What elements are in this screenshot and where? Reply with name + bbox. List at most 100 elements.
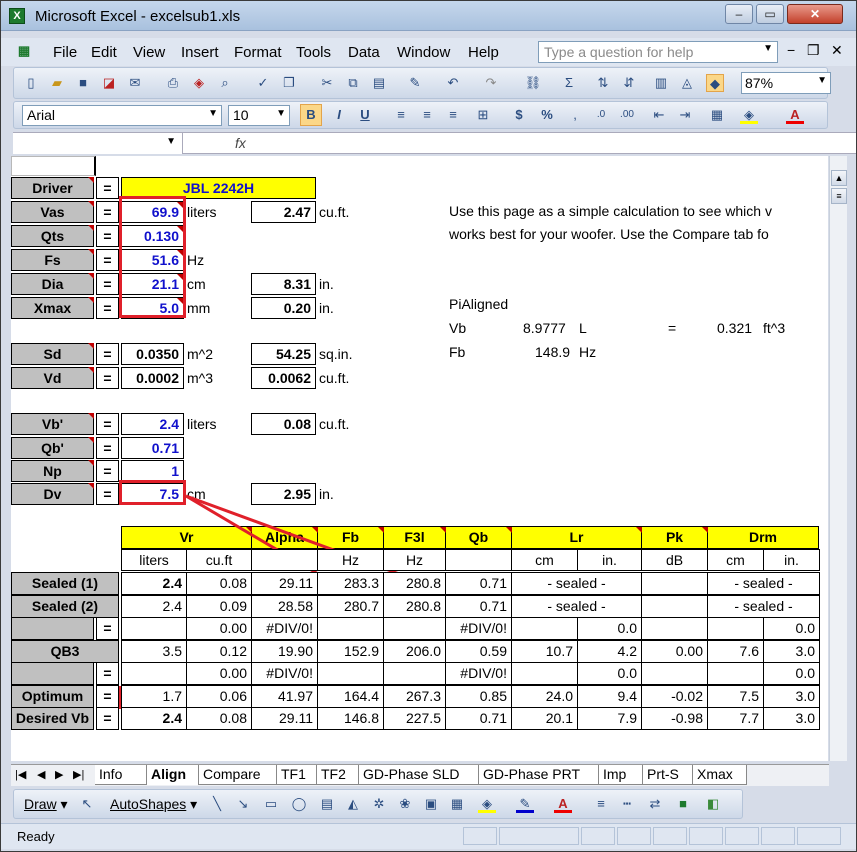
font-color-icon[interactable]: A: [786, 106, 804, 124]
table-cell[interactable]: 2.4: [121, 595, 187, 618]
table-cell[interactable]: 0.12: [186, 640, 252, 663]
table-cell[interactable]: [707, 662, 764, 685]
clip-art-icon[interactable]: ❀: [396, 795, 414, 813]
table-cell[interactable]: 1.7: [121, 685, 187, 708]
increase-indent-icon[interactable]: ⇥: [676, 106, 694, 124]
menu-view[interactable]: View: [133, 44, 165, 61]
table-cell[interactable]: - sealed -: [707, 572, 820, 595]
rectangle-icon[interactable]: ▭: [262, 795, 280, 813]
workbook-restore-button[interactable]: ❐: [807, 42, 820, 59]
last-sheet-icon[interactable]: ▶|: [73, 768, 84, 781]
underline-button[interactable]: U: [356, 106, 374, 124]
table-cell[interactable]: 29.11: [251, 707, 318, 730]
table-cell[interactable]: - sealed -: [707, 595, 820, 618]
menu-file[interactable]: File: [53, 44, 77, 61]
text-box-icon[interactable]: ▤: [318, 795, 336, 813]
diagram-icon[interactable]: ✲: [370, 795, 388, 813]
fill-color-icon[interactable]: ◈: [478, 795, 496, 813]
table-cell[interactable]: 283.3: [317, 572, 384, 595]
close-button[interactable]: ✕: [787, 4, 843, 24]
shadow-icon[interactable]: ■: [674, 795, 692, 813]
table-cell[interactable]: [511, 617, 578, 640]
table-cell[interactable]: [641, 662, 708, 685]
copy-icon[interactable]: ⧉: [344, 74, 362, 92]
first-sheet-icon[interactable]: |◀: [15, 768, 26, 781]
align-left-icon[interactable]: ≡: [392, 106, 410, 124]
table-cell[interactable]: 0.0: [577, 662, 642, 685]
table-cell[interactable]: 280.8: [383, 572, 446, 595]
next-sheet-icon[interactable]: ▶: [55, 768, 63, 781]
chart-wizard-icon[interactable]: ▥: [652, 74, 670, 92]
borders-icon[interactable]: ▦: [708, 106, 726, 124]
merge-center-icon[interactable]: ⊞: [474, 106, 492, 124]
table-cell[interactable]: [383, 617, 446, 640]
research-book-icon[interactable]: ❐: [280, 74, 298, 92]
table-cell[interactable]: [707, 617, 764, 640]
table-cell[interactable]: 0.71: [445, 707, 512, 730]
chevron-down-icon[interactable]: ▼: [208, 108, 218, 119]
picture-frame-icon[interactable]: ▦: [448, 795, 466, 813]
sort-ascending-icon[interactable]: ⇅: [594, 74, 612, 92]
vertical-scrollbar[interactable]: ▲ ≡: [829, 156, 847, 761]
chevron-down-icon[interactable]: ▼: [166, 136, 176, 147]
table-cell[interactable]: [121, 617, 187, 640]
table-cell[interactable]: 7.6: [707, 640, 764, 663]
drawing-toggle-icon[interactable]: ◆: [706, 74, 724, 92]
table-cell[interactable]: 146.8: [317, 707, 384, 730]
email-icon[interactable]: ✉: [126, 74, 144, 92]
table-cell[interactable]: [317, 617, 384, 640]
select-objects-icon[interactable]: ↖: [78, 795, 96, 813]
table-cell[interactable]: 7.9: [577, 707, 642, 730]
workbook-minimize-button[interactable]: −: [787, 42, 795, 58]
table-cell[interactable]: 0.85: [445, 685, 512, 708]
table-cell[interactable]: 280.7: [317, 595, 384, 618]
table-cell[interactable]: 0.00: [186, 662, 252, 685]
active-cell[interactable]: [11, 156, 96, 176]
table-cell[interactable]: #DIV/0!: [251, 662, 318, 685]
workbook-close-button[interactable]: ✕: [831, 42, 843, 59]
menu-edit[interactable]: Edit: [91, 44, 117, 61]
undo-icon[interactable]: ↶: [444, 74, 462, 92]
table-cell[interactable]: 9.4: [577, 685, 642, 708]
table-cell[interactable]: 0.71: [445, 572, 512, 595]
menu-tools[interactable]: Tools: [296, 44, 331, 61]
table-cell[interactable]: 0.0: [577, 617, 642, 640]
decrease-decimal-icon[interactable]: .00: [618, 106, 636, 124]
spelling-icon[interactable]: ✓: [254, 74, 272, 92]
table-cell[interactable]: 4.2: [577, 640, 642, 663]
scroll-thumb[interactable]: ≡: [831, 188, 847, 204]
dv-value[interactable]: 7.5: [121, 483, 184, 505]
table-cell[interactable]: 0.0: [763, 617, 820, 640]
table-cell[interactable]: [383, 662, 446, 685]
decrease-indent-icon[interactable]: ⇤: [650, 106, 668, 124]
table-cell[interactable]: 0.08: [186, 707, 252, 730]
chevron-down-icon[interactable]: ▼: [763, 43, 773, 54]
help-search-input[interactable]: Type a question for help ▼: [538, 41, 778, 63]
table-cell[interactable]: #DIV/0!: [445, 617, 512, 640]
table-cell[interactable]: [641, 572, 708, 595]
table-cell[interactable]: 7.5: [707, 685, 764, 708]
table-cell[interactable]: 41.97: [251, 685, 318, 708]
table-cell[interactable]: 206.0: [383, 640, 446, 663]
insert-function-icon[interactable]: fx: [235, 135, 246, 151]
line-style-icon[interactable]: ≡: [592, 795, 610, 813]
sheet-tab[interactable]: Xmax: [693, 765, 747, 785]
table-cell[interactable]: 7.7: [707, 707, 764, 730]
minimize-button[interactable]: ‒: [725, 4, 753, 24]
currency-button[interactable]: $: [510, 106, 528, 124]
dash-style-icon[interactable]: ┅: [618, 795, 636, 813]
menu-format[interactable]: Format: [234, 44, 282, 61]
fill-color-icon[interactable]: ◈: [740, 106, 758, 124]
table-cell[interactable]: [641, 595, 708, 618]
paste-icon[interactable]: ▤: [370, 74, 388, 92]
table-cell[interactable]: 0.59: [445, 640, 512, 663]
table-cell[interactable]: [641, 617, 708, 640]
vb-value[interactable]: 2.4: [121, 413, 184, 435]
maximize-button[interactable]: ▭: [756, 4, 784, 24]
sheet-tab[interactable]: Prt-S: [643, 765, 693, 785]
table-cell[interactable]: 3.0: [763, 685, 820, 708]
print-preview-icon[interactable]: ⌕: [216, 74, 234, 92]
table-cell[interactable]: [317, 662, 384, 685]
font-select[interactable]: Arial ▼: [22, 105, 222, 126]
hyperlink-icon[interactable]: ⛓: [524, 74, 542, 92]
